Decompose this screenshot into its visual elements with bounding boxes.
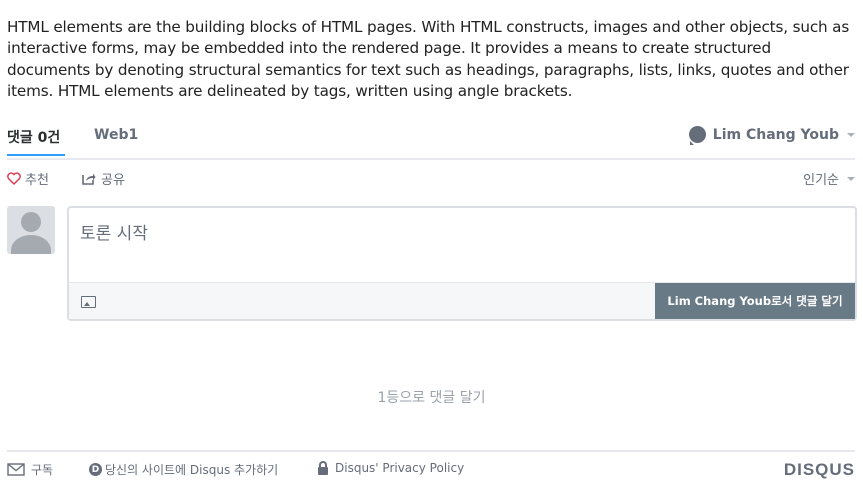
article-text: HTML elements are the building blocks of…	[7, 18, 850, 100]
user-menu[interactable]: Lim Chang Youb	[688, 126, 855, 145]
chevron-down-icon	[847, 176, 855, 181]
share-icon	[82, 173, 96, 185]
privacy-label: Disqus' Privacy Policy	[335, 461, 465, 475]
notification-icon	[688, 126, 706, 145]
comment-input-placeholder[interactable]: 토론 시작	[80, 219, 148, 244]
lock-icon	[318, 460, 328, 475]
sort-dropdown[interactable]: 인기순	[803, 169, 855, 188]
share-button[interactable]: 공유	[82, 169, 125, 188]
tab-community[interactable]: Web1	[94, 127, 138, 143]
subscribe-link[interactable]: 구독	[7, 461, 53, 478]
recommend-button[interactable]: 추천	[7, 169, 49, 188]
image-upload-icon[interactable]	[81, 296, 96, 308]
share-label: 공유	[101, 173, 125, 188]
avatar-body	[11, 235, 51, 254]
thread-actions: 추천 공유 인기순	[7, 169, 855, 189]
discussion-nav: 댓글 0건 Web1 Lim Chang Youb	[7, 118, 855, 160]
composer-toolbar: Lim Chang Youb로서 댓글 달기	[69, 282, 855, 319]
disqus-logo[interactable]: DISQUS	[784, 460, 855, 480]
disqus-d-icon: D	[89, 463, 102, 476]
avatar-head	[21, 212, 41, 232]
post-comment-button[interactable]: Lim Chang Youb로서 댓글 달기	[655, 283, 855, 319]
user-name: Lim Chang Youb	[712, 126, 839, 143]
empty-state-message: 1등으로 댓글 달기	[377, 390, 486, 406]
add-disqus-label: 당신의 사이트에 Disqus 추가하기	[105, 463, 279, 477]
footer: 구독 D 당신의 사이트에 Disqus 추가하기 Disqus' Privac…	[7, 450, 855, 484]
privacy-policy-link[interactable]: Disqus' Privacy Policy	[318, 460, 465, 475]
envelope-icon	[7, 463, 25, 476]
sort-label: 인기순	[803, 173, 839, 188]
comment-composer[interactable]: 토론 시작 Lim Chang Youb로서 댓글 달기	[67, 206, 857, 321]
recommend-label: 추천	[25, 173, 49, 188]
tab-comments[interactable]: 댓글 0건	[7, 127, 60, 147]
heart-icon	[7, 172, 21, 185]
active-tab-indicator	[7, 154, 65, 156]
chevron-down-icon	[847, 132, 855, 137]
subscribe-label: 구독	[31, 463, 54, 477]
avatar	[7, 206, 55, 254]
add-disqus-link[interactable]: D 당신의 사이트에 Disqus 추가하기	[89, 461, 278, 478]
